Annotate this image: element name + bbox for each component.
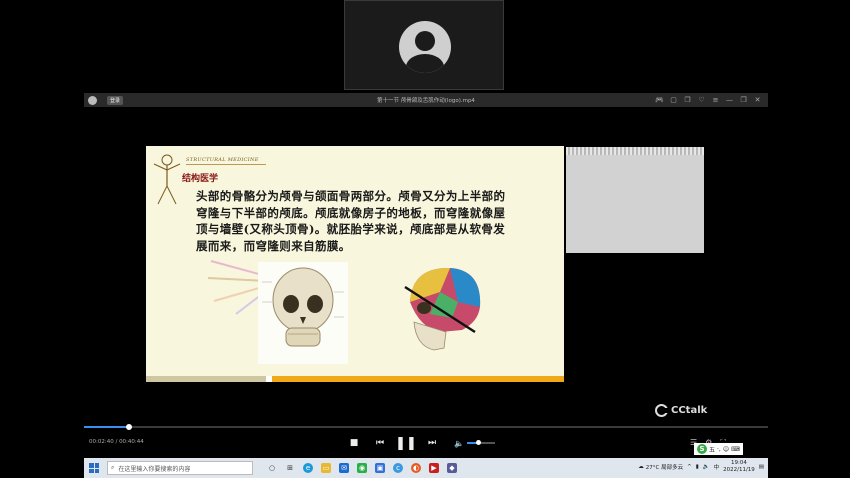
search-icon: ⌕ (111, 464, 115, 471)
browser-icon[interactable]: ◐ (411, 463, 421, 473)
previous-button[interactable]: ⏮ (374, 436, 386, 450)
windows-taskbar: ⌕ 在这里输入你要搜索的内容 ○ ⊞ e ▭ ✉ ◉ ▣ c ◐ ▶ ◆ ☁ 2… (84, 458, 768, 478)
anatomical-figure-icon (153, 154, 181, 205)
player-app-icon[interactable]: ▶ (429, 463, 439, 473)
volume-control[interactable]: 🔈 (454, 439, 495, 448)
volume-slider[interactable] (466, 440, 495, 445)
stop-button[interactable]: ■ (348, 436, 360, 450)
close-icon[interactable]: ✕ (753, 95, 762, 104)
playback-progress-bar[interactable] (84, 424, 768, 430)
brand-chinese: 结构医学 (182, 174, 219, 184)
taskbar-search-box[interactable]: ⌕ 在这里输入你要搜索的内容 (107, 461, 253, 475)
screen-share-preview[interactable] (566, 147, 704, 253)
current-time: 00:02:40 (89, 439, 114, 445)
network-icon[interactable]: ▮ (696, 464, 699, 470)
cctalk-watermark: CCtalk (655, 404, 707, 417)
input-method-icon[interactable]: 中 (714, 463, 720, 471)
app-icon[interactable]: ◆ (447, 463, 457, 473)
cctalk-logo-icon (655, 404, 669, 417)
slide-footer-accent (272, 376, 564, 382)
skull-side-illustration (404, 267, 481, 351)
minimize-icon[interactable]: — (725, 95, 734, 104)
store-icon[interactable]: ▣ (375, 463, 385, 473)
lecture-slide: STRUCTURAL MEDICINE 结构医学 头部的骨骼分为颅骨与颌面骨两部… (146, 146, 564, 382)
system-clock[interactable]: 19:04 2022/11/19 (723, 460, 755, 474)
user-avatar-icon (399, 21, 451, 73)
progress-handle[interactable] (126, 424, 133, 430)
task-view-icon[interactable]: ○ (267, 463, 277, 473)
search-placeholder: 在这里输入你要搜索的内容 (118, 465, 191, 473)
slide-paragraph: 头部的骨骼分为颅骨与颌面骨两部分。颅骨又分为上半部的穹隆与下半部的颅底。颅底就像… (196, 189, 506, 253)
ime-indicator[interactable]: S 五 ·, ☺ ⌨ (694, 443, 743, 455)
ime-emoji-icon[interactable]: ☺ (723, 446, 729, 453)
mail-icon[interactable]: ✉ (339, 463, 349, 473)
tray-overflow-icon[interactable]: ^ (687, 464, 692, 470)
notification-icon[interactable]: ▤ (759, 464, 764, 470)
skull-front-illustration (258, 262, 348, 364)
volume-tray-icon[interactable]: 🔈 (703, 464, 710, 470)
total-time: 00:40:44 (119, 439, 144, 445)
brand-divider (186, 164, 266, 165)
restore-icon[interactable]: ❒ (739, 95, 748, 104)
menu-icon[interactable]: ≡ (711, 95, 720, 104)
cctalk-app-icon[interactable]: c (393, 463, 403, 473)
weather-widget[interactable]: ☁ 27°C 局部多云 (638, 463, 683, 471)
file-explorer-icon[interactable]: ▭ (321, 463, 331, 473)
brand-english: STRUCTURAL MEDICINE (186, 157, 259, 163)
windows-start-icon[interactable] (89, 463, 99, 473)
volume-handle[interactable] (476, 440, 482, 445)
system-tray: ☁ 27°C 局部多云 ^ ▮ 🔈 中 19:04 2022/11/19 ▤ (638, 460, 764, 474)
wechat-icon[interactable]: ◉ (357, 463, 367, 473)
gamepad-icon[interactable]: 🎮 (655, 95, 664, 104)
window-mode-icon[interactable]: ▢ (669, 95, 678, 104)
copy-icon[interactable]: ❐ (683, 95, 692, 104)
webcam-thumbnail[interactable] (344, 0, 504, 90)
sogou-logo-icon: S (697, 444, 707, 454)
timecodes: 00:02:40 / 00:40:44 (89, 439, 144, 445)
widgets-icon[interactable]: ⊞ (285, 463, 295, 473)
decorative-rays (207, 260, 266, 315)
ime-mode[interactable]: 五 (709, 445, 715, 454)
speaker-icon[interactable]: 🔈 (454, 439, 464, 448)
ime-keyboard-icon[interactable]: ⌨ (731, 446, 740, 453)
weather-cloud-icon: ☁ (638, 464, 644, 470)
progress-fill (84, 426, 130, 428)
slide-footer-strip (146, 376, 266, 382)
playback-controls: ■ ⏮ ❚❚ ⏭ 🔈 (348, 436, 495, 451)
edge-icon[interactable]: e (303, 463, 313, 473)
settings-icon[interactable]: ♡ (697, 95, 706, 104)
next-button[interactable]: ⏭ (426, 436, 438, 450)
pause-button[interactable]: ❚❚ (395, 436, 417, 451)
player-title-bar: 登录 第十一节 颅骨颌及舌肌作动(logo).mp4 🎮 ▢ ❐ ♡ ≡ — ❒… (84, 93, 768, 107)
ime-punctuation-icon[interactable]: ·, (717, 446, 721, 453)
